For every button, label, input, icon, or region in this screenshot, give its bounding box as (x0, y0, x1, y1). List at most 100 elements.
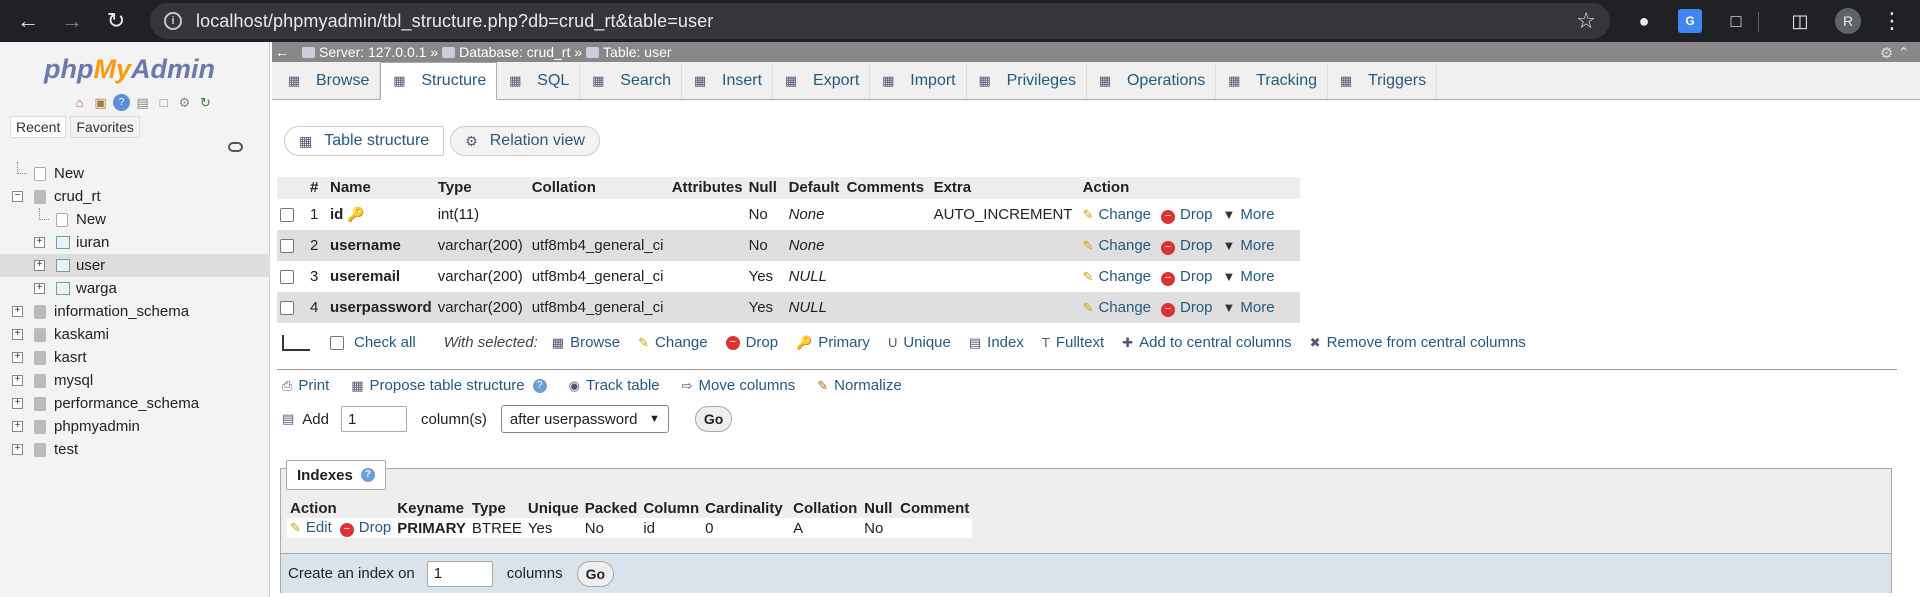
check-all-label[interactable]: Check all (354, 334, 416, 351)
tree-item-label[interactable]: mysql (54, 372, 93, 389)
help-icon[interactable]: ? (360, 468, 375, 482)
query-window-icon[interactable]: ? (113, 94, 130, 111)
tree-item-table[interactable]: + user (0, 254, 270, 277)
tab-export[interactable]: ▦ Export (773, 63, 871, 99)
forward-arrow-icon[interactable]: → (55, 4, 89, 38)
tree-item-label[interactable]: New (76, 211, 106, 228)
tree-item-db[interactable]: − crud_rt (0, 185, 270, 208)
column-name[interactable]: userpassword (330, 299, 432, 316)
settings-gear-icon[interactable]: ⚙ (176, 94, 193, 111)
add-columns-go-button[interactable]: Go (694, 406, 733, 432)
column-name[interactable]: id (330, 206, 343, 223)
tab-browse[interactable]: ▦ Browse (276, 63, 381, 99)
row-checkbox[interactable] (280, 301, 294, 316)
tree-item-new[interactable]: New (0, 208, 270, 231)
phpmyadmin-logo[interactable]: phpMyAdmin (44, 54, 215, 85)
tab-import[interactable]: ▦ Import (870, 63, 967, 99)
tree-item-label[interactable]: performance_schema (54, 395, 199, 412)
drop-link[interactable]: − Drop (1161, 237, 1213, 255)
change-link[interactable]: ✎ Change (1083, 299, 1151, 316)
tab-recent[interactable]: Recent (10, 116, 67, 138)
track-table-link[interactable]: ◉ Track table (569, 377, 660, 394)
bulk-primary-link[interactable]: 🔑 Primary (796, 334, 870, 351)
collapse-nav-icon[interactable]: ← (272, 44, 292, 60)
bulk-unique-link[interactable]: U Unique (888, 334, 951, 351)
settings-gear-icon[interactable]: ⚙ ⌃ (1880, 44, 1910, 62)
change-link[interactable]: ✎ Change (1083, 237, 1151, 254)
docs-icon[interactable]: □ (155, 94, 172, 111)
move-columns-link[interactable]: ⇨ Move columns (682, 377, 796, 394)
more-dropdown[interactable]: ▼ More (1223, 237, 1275, 254)
bulk-browse-link[interactable]: ▦ Browse (552, 334, 620, 351)
tree-item-db[interactable]: + phpmyadmin (0, 415, 270, 438)
tree-item-db[interactable]: + kasrt (0, 346, 270, 369)
more-dropdown[interactable]: ▼ More (1223, 299, 1275, 316)
tree-item-label[interactable]: user (76, 257, 105, 274)
column-name[interactable]: useremail (330, 268, 400, 285)
back-arrow-icon[interactable]: ← (11, 4, 45, 38)
subtab-table-structure[interactable]: ▦ Table structure (284, 126, 445, 156)
check-all-checkbox[interactable] (330, 335, 344, 350)
expand-icon[interactable]: + (34, 260, 45, 271)
drop-link[interactable]: − Drop (1161, 206, 1213, 224)
tree-item-label[interactable]: phpmyadmin (54, 418, 140, 435)
tree-item-label[interactable]: test (54, 441, 78, 458)
tree-item-db[interactable]: + mysql (0, 369, 270, 392)
column-position-select[interactable]: after userpassword ▼ (500, 405, 669, 433)
logout-icon[interactable]: ▣ (92, 94, 109, 111)
translate-extension-icon[interactable]: G (1678, 9, 1702, 33)
tree-item-table[interactable]: + warga (0, 277, 270, 300)
breadcrumb-table[interactable]: Table: user (586, 44, 672, 60)
documentation-icon[interactable]: ▤ (134, 94, 151, 111)
expand-icon[interactable]: + (12, 444, 23, 455)
reload-nav-icon[interactable]: ↻ (197, 94, 214, 111)
column-count-input[interactable]: 1 (341, 406, 407, 432)
bulk-remove-from-central-columns-link[interactable]: ✖ Remove from central columns (1310, 334, 1526, 351)
tree-item-db[interactable]: + performance_schema (0, 392, 270, 415)
help-icon[interactable]: ? (532, 378, 547, 393)
tree-item-db[interactable]: + test (0, 438, 270, 461)
expand-icon[interactable]: + (12, 375, 23, 386)
tree-item-label[interactable]: kasrt (54, 349, 87, 366)
normalize-link[interactable]: ✎ Normalize (817, 377, 901, 394)
expand-icon[interactable]: + (12, 306, 23, 317)
tab-sql[interactable]: ▦ SQL (497, 63, 581, 99)
breadcrumb-database[interactable]: Database: crud_rt » (442, 44, 582, 60)
tree-item-label[interactable]: information_schema (54, 303, 189, 320)
row-checkbox[interactable] (280, 208, 294, 223)
tree-item-table[interactable]: + iuran (0, 231, 270, 254)
expand-icon[interactable]: + (12, 398, 23, 409)
tree-item-label[interactable]: kaskami (54, 326, 109, 343)
index-columns-input[interactable]: 1 (426, 560, 493, 587)
tab-tracking[interactable]: ▦ Tracking (1216, 63, 1328, 99)
expand-icon[interactable]: + (12, 352, 23, 363)
url-text[interactable]: localhost/phpmyadmin/tbl_structure.php?d… (196, 11, 713, 32)
globe-extension-icon[interactable]: ● (1632, 9, 1656, 33)
more-dropdown[interactable]: ▼ More (1223, 206, 1275, 223)
drop-link[interactable]: − Drop (1161, 268, 1213, 286)
tree-item-label[interactable]: New (54, 165, 84, 182)
extensions-puzzle-icon[interactable]: □ (1724, 9, 1748, 33)
tree-item-label[interactable]: crud_rt (54, 188, 101, 205)
column-name[interactable]: username (330, 237, 401, 254)
row-checkbox[interactable] (280, 239, 294, 254)
tree-item-db[interactable]: + information_schema (0, 300, 270, 323)
row-checkbox[interactable] (280, 270, 294, 285)
drop-link[interactable]: − Drop (1161, 299, 1213, 317)
bulk-add-to-central-columns-link[interactable]: ✚ Add to central columns (1122, 334, 1291, 351)
site-info-icon[interactable]: i (164, 12, 182, 30)
reload-icon[interactable]: ↻ (99, 4, 133, 38)
bulk-index-link[interactable]: ▤ Index (969, 334, 1024, 351)
breadcrumb-server[interactable]: Server: 127.0.0.1 » (302, 44, 438, 60)
bulk-fulltext-link[interactable]: T Fulltext (1042, 334, 1104, 351)
tab-triggers[interactable]: ▦ Triggers (1328, 63, 1438, 99)
propose-structure-link[interactable]: ▦ Propose table structure? (351, 377, 547, 394)
create-index-go-button[interactable]: Go (576, 560, 615, 587)
tree-item-label[interactable]: iuran (76, 234, 109, 251)
tree-item-new[interactable]: New (0, 162, 270, 185)
tab-privileges[interactable]: ▦ Privileges (967, 63, 1087, 99)
tab-insert[interactable]: ▦ Insert (682, 63, 774, 99)
tab-search[interactable]: ▦ Search (580, 63, 682, 99)
bulk-drop-link[interactable]: − Drop (725, 334, 778, 351)
print-link[interactable]: ⎙ Print (282, 377, 329, 394)
